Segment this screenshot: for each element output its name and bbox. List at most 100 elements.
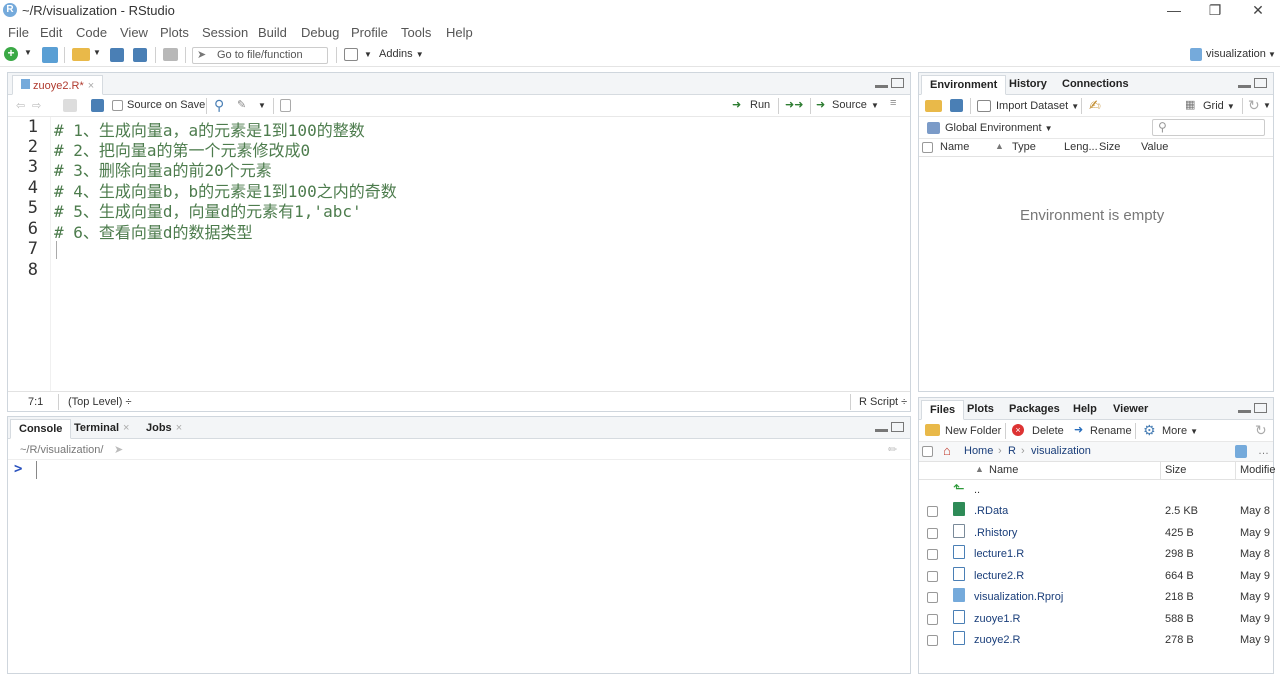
column-modified[interactable]: Modifie xyxy=(1240,464,1275,476)
document-outline-icon[interactable]: ≡ xyxy=(890,97,896,109)
panes-dropdown-icon[interactable]: ▼ xyxy=(364,50,372,59)
scope-selector[interactable]: (Top Level) ÷ xyxy=(68,396,132,408)
project-menu[interactable]: visualization xyxy=(1206,48,1266,60)
menu-plots[interactable]: Plots xyxy=(160,25,189,40)
file-name-link[interactable]: visualization.Rproj xyxy=(974,591,1063,603)
open-file-icon[interactable] xyxy=(72,48,90,61)
column-length[interactable]: Leng... xyxy=(1064,141,1098,153)
file-name-link[interactable]: .RData xyxy=(974,505,1008,517)
tab-console[interactable]: Console xyxy=(10,419,72,439)
file-name-link[interactable]: .Rhistory xyxy=(974,527,1017,539)
source-button[interactable]: Source xyxy=(832,99,867,111)
menu-build[interactable]: Build xyxy=(258,25,287,40)
tab-environment[interactable]: Environment xyxy=(921,75,1007,95)
file-checkbox[interactable] xyxy=(927,592,938,603)
source-on-save-checkbox[interactable] xyxy=(112,100,123,111)
column-type[interactable]: Type xyxy=(1012,141,1036,153)
tab-jobs[interactable]: Jobs × xyxy=(138,419,190,439)
environment-search-input[interactable]: ⚲ xyxy=(1152,119,1265,136)
file-name-link[interactable]: lecture2.R xyxy=(974,570,1024,582)
import-dataset-button[interactable]: Import Dataset ▼ xyxy=(996,100,1079,112)
global-environment-selector[interactable]: Global Environment ▼ xyxy=(945,122,1053,134)
source-dropdown-icon[interactable]: ▼ xyxy=(871,101,879,110)
tab-history[interactable]: History xyxy=(1001,75,1055,95)
more-button[interactable]: More ▼ xyxy=(1162,425,1198,437)
refresh-icon[interactable]: ↻ xyxy=(1248,97,1260,114)
broom-icon[interactable]: ✍ xyxy=(1089,97,1101,114)
minimize-pane-icon[interactable] xyxy=(875,80,888,88)
menu-session[interactable]: Session xyxy=(202,25,248,40)
print-icon[interactable] xyxy=(163,48,178,61)
parent-directory-row[interactable]: ⬑ .. xyxy=(919,480,1273,501)
file-checkbox[interactable] xyxy=(927,506,938,517)
menu-view[interactable]: View xyxy=(120,25,148,40)
maximize-pane-icon[interactable] xyxy=(891,422,904,432)
tab-packages[interactable]: Packages xyxy=(1001,400,1068,420)
addins-menu[interactable]: Addins ▼ xyxy=(379,48,424,60)
tab-plots[interactable]: Plots xyxy=(959,400,1002,420)
forward-icon[interactable]: ⇨ xyxy=(32,99,41,112)
tab-help[interactable]: Help xyxy=(1065,400,1105,420)
tab-viewer[interactable]: Viewer xyxy=(1105,400,1156,420)
minimize-pane-icon[interactable] xyxy=(875,424,888,432)
console-working-dir[interactable]: ~/R/visualization/ xyxy=(20,444,103,456)
file-row[interactable]: .RData 2.5 KB May 8 xyxy=(919,501,1273,522)
close-icon[interactable]: ✕ xyxy=(1248,1,1268,19)
clear-console-icon[interactable]: ✏ xyxy=(888,443,897,456)
tab-connections[interactable]: Connections xyxy=(1054,75,1137,95)
rename-button[interactable]: Rename xyxy=(1090,425,1132,437)
file-row[interactable]: lecture1.R 298 B May 8 xyxy=(919,544,1273,565)
tab-zuoye2[interactable]: zuoye2.R* × xyxy=(12,75,104,95)
file-name-link[interactable]: zuoye1.R xyxy=(974,613,1020,625)
file-row[interactable]: lecture2.R 664 B May 9 xyxy=(919,566,1273,587)
select-all-checkbox[interactable] xyxy=(922,446,933,457)
breadcrumb-r[interactable]: R xyxy=(1008,445,1016,457)
column-name[interactable]: Name xyxy=(989,464,1018,476)
breadcrumb-home[interactable]: Home xyxy=(964,445,993,457)
menu-code[interactable]: Code xyxy=(76,25,107,40)
file-checkbox[interactable] xyxy=(927,635,938,646)
menu-help[interactable]: Help xyxy=(446,25,473,40)
new-file-dropdown-icon[interactable]: ▼ xyxy=(24,48,32,57)
refresh-dropdown-icon[interactable]: ▼ xyxy=(1263,101,1271,110)
go-to-dir-icon[interactable]: ➤ xyxy=(114,443,123,456)
close-tab-icon[interactable]: × xyxy=(176,422,182,434)
new-project-icon[interactable] xyxy=(42,47,58,63)
code-tools-icon[interactable]: ✎ xyxy=(237,98,246,111)
maximize-pane-icon[interactable] xyxy=(1254,78,1267,88)
select-all-checkbox[interactable] xyxy=(922,142,933,153)
code-tools-dropdown-icon[interactable]: ▼ xyxy=(258,101,266,110)
grid-view-button[interactable]: Grid ▼ xyxy=(1203,100,1235,112)
file-name-link[interactable]: lecture1.R xyxy=(974,548,1024,560)
menu-profile[interactable]: Profile xyxy=(351,25,388,40)
save-icon[interactable] xyxy=(110,48,124,62)
tab-files[interactable]: Files xyxy=(921,400,965,420)
save-icon[interactable] xyxy=(91,99,104,112)
go-to-file-input[interactable]: Go to file/function xyxy=(192,47,328,64)
project-dropdown-icon[interactable]: ▼ xyxy=(1268,50,1276,59)
file-row[interactable]: zuoye2.R 278 B May 9 xyxy=(919,630,1273,651)
save-workspace-icon[interactable] xyxy=(950,99,963,112)
maximize-pane-icon[interactable] xyxy=(891,78,904,88)
open-dropdown-icon[interactable]: ▼ xyxy=(93,48,101,57)
back-icon[interactable]: ⇦ xyxy=(16,99,25,112)
run-button[interactable]: Run xyxy=(750,99,770,111)
new-folder-button[interactable]: New Folder xyxy=(945,425,1001,437)
column-value[interactable]: Value xyxy=(1141,141,1168,153)
column-size[interactable]: Size xyxy=(1099,141,1120,153)
maximize-pane-icon[interactable] xyxy=(1254,403,1267,413)
menu-tools[interactable]: Tools xyxy=(401,25,431,40)
file-checkbox[interactable] xyxy=(927,528,938,539)
file-checkbox[interactable] xyxy=(927,614,938,625)
new-file-icon[interactable]: + xyxy=(4,47,18,61)
file-row[interactable]: zuoye1.R 588 B May 9 xyxy=(919,609,1273,630)
close-tab-icon[interactable]: × xyxy=(88,80,94,92)
file-checkbox[interactable] xyxy=(927,571,938,582)
maximize-icon[interactable]: ❐ xyxy=(1205,1,1225,19)
console-input-area[interactable]: > xyxy=(8,460,910,673)
file-checkbox[interactable] xyxy=(927,549,938,560)
menu-debug[interactable]: Debug xyxy=(301,25,339,40)
file-row[interactable]: .Rhistory 425 B May 9 xyxy=(919,523,1273,544)
save-all-icon[interactable] xyxy=(133,48,147,62)
file-type-selector[interactable]: R Script ÷ xyxy=(859,396,907,408)
